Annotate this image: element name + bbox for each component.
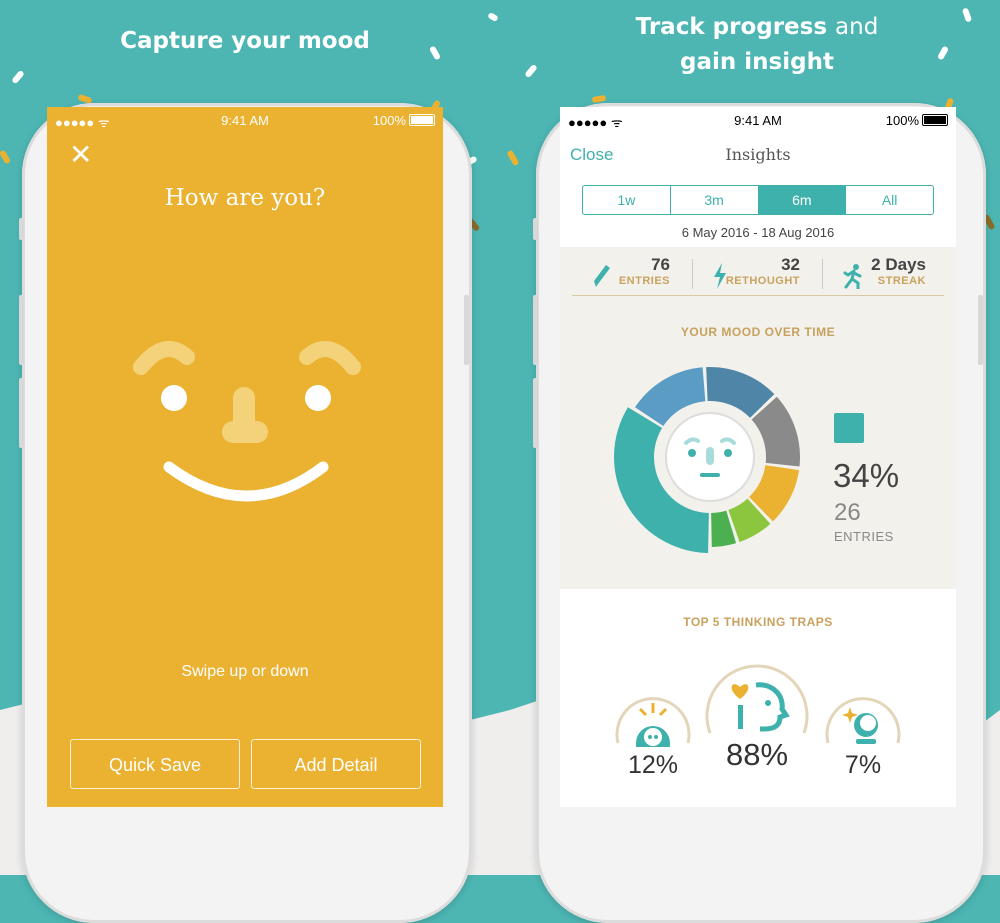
volume-up-button — [533, 295, 538, 365]
volume-down-button — [533, 378, 538, 448]
range-1w[interactable]: 1w — [583, 186, 671, 214]
range-selector: 1w 3m 6m All — [582, 185, 934, 215]
mood-chart-title: YOUR MOOD OVER TIME — [680, 325, 836, 339]
stat-streak: 2 Days STREAK — [854, 255, 926, 287]
trap-percent: 88% — [725, 737, 789, 772]
mood-question: How are you? — [164, 185, 326, 211]
right-headline-bold: Track progress — [635, 14, 828, 40]
battery-percent: 100% — [372, 113, 406, 128]
battery-indicator: 100% — [886, 113, 948, 128]
power-button — [978, 295, 983, 365]
mood-entry-label: ENTRIES — [834, 529, 894, 544]
volume-down-button — [19, 378, 24, 448]
volume-up-button — [19, 295, 24, 365]
divider — [692, 259, 693, 289]
status-bar: ●●●●● ᯤ 9:41 AM 100% — [560, 107, 956, 135]
range-6m[interactable]: 6m — [758, 186, 847, 214]
date-range: 6 May 2016 - 18 Aug 2016 — [681, 225, 835, 240]
stat-rethought: 32 RETHOUGHT — [722, 255, 800, 287]
stat-entries-value: 76 — [651, 255, 670, 274]
battery-percent: 100% — [885, 113, 919, 128]
swipe-hint: Swipe up or down — [181, 663, 309, 680]
range-all[interactable]: All — [846, 186, 933, 214]
right-headline-light: and — [835, 14, 879, 40]
close-icon[interactable]: ✕ — [69, 141, 92, 169]
divider — [822, 259, 823, 289]
quick-save-button[interactable]: Quick Save — [70, 739, 240, 789]
legend-swatch — [834, 413, 864, 443]
stat-streak-label: STREAK — [877, 275, 926, 287]
status-bar: ●●●●● ᯤ 9:41 AM 100% — [47, 107, 443, 135]
trap-percent: 7% — [844, 751, 882, 779]
trap-item[interactable]: 12% — [612, 685, 694, 785]
mood-donut-chart — [614, 367, 800, 553]
stat-entries: 76 ENTRIES — [612, 255, 670, 287]
trap-percent: 12% — [627, 751, 679, 779]
insights-screen: ●●●●● ᯤ 9:41 AM 100% Close Insights 1w 3… — [560, 107, 956, 807]
battery-icon — [922, 114, 948, 126]
pencil-icon — [594, 265, 610, 287]
right-headline-bold2: gain insight — [680, 49, 834, 75]
stat-entries-label: ENTRIES — [618, 275, 670, 287]
add-detail-button[interactable]: Add Detail — [251, 739, 421, 789]
thinking-traps-section: TOP 5 THINKING TRAPS 12% 88% 7% — [560, 589, 956, 807]
neutral-face-icon — [658, 405, 762, 509]
stat-streak-value: 2 Days — [871, 255, 926, 274]
mute-switch — [533, 218, 538, 240]
page-title: Insights — [725, 145, 791, 164]
battery-indicator: 100% — [373, 113, 435, 128]
trap-item[interactable]: 88% — [702, 651, 812, 791]
left-headline: Capture your mood — [120, 28, 370, 54]
mood-face-slider[interactable] — [127, 325, 367, 525]
mood-entry-count: 26 — [834, 499, 861, 526]
mood-screen: ●●●●● ᯤ 9:41 AM 100% ✕ How are you? Swip… — [47, 107, 443, 807]
stat-rethought-label: RETHOUGHT — [725, 275, 800, 287]
mute-switch — [19, 218, 24, 240]
stats-row: 76 ENTRIES 32 RETHOUGHT 2 Days STREAK — [572, 251, 944, 296]
trap-item[interactable]: 7% — [822, 685, 904, 785]
range-3m[interactable]: 3m — [671, 186, 759, 214]
mood-percent: 34% — [833, 457, 900, 494]
battery-icon — [409, 114, 435, 126]
right-headline: Track progress and gain insight — [532, 10, 982, 80]
traps-title: TOP 5 THINKING TRAPS — [683, 615, 833, 629]
power-button — [464, 295, 469, 365]
stat-rethought-value: 32 — [781, 255, 800, 274]
